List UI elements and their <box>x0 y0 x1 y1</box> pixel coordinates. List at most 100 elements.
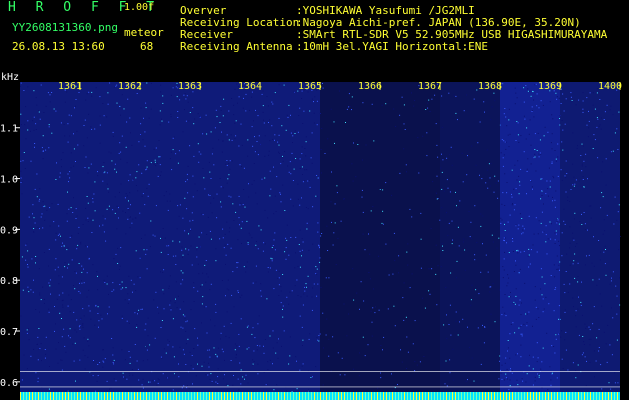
noise-dot <box>442 245 443 247</box>
noise-dot <box>38 111 40 113</box>
noise-dot <box>112 362 114 363</box>
noise-dot <box>305 136 307 138</box>
noise-dot <box>298 115 300 116</box>
baseline-stripe <box>173 392 174 400</box>
noise-dot <box>462 318 464 320</box>
noise-dot <box>289 355 291 357</box>
noise-dot <box>538 376 540 378</box>
noise-dot <box>527 90 529 92</box>
noise-dot <box>557 143 559 145</box>
noise-dot <box>555 158 557 160</box>
noise-dot <box>548 303 550 305</box>
noise-dot <box>133 283 135 285</box>
noise-dot <box>185 343 187 345</box>
noise-dot <box>542 298 544 300</box>
noise-dot <box>601 305 603 307</box>
noise-dot <box>239 362 241 364</box>
noise-dot <box>129 227 131 229</box>
baseline-stripe <box>212 392 213 400</box>
noise-dot <box>27 264 28 265</box>
noise-dot <box>300 296 302 298</box>
noise-dot <box>27 286 29 288</box>
noise-dot <box>260 295 262 297</box>
noise-dot <box>33 217 35 219</box>
baseline-stripe <box>149 392 150 400</box>
noise-dot <box>254 151 256 153</box>
baseline-stripe <box>233 392 234 400</box>
noise-dot <box>120 114 121 116</box>
noise-dot <box>192 107 194 109</box>
noise-dot <box>593 236 594 238</box>
noise-dot <box>555 233 557 235</box>
noise-dot <box>503 140 505 142</box>
noise-dot <box>229 168 231 170</box>
noise-dot <box>573 239 575 241</box>
noise-dot <box>159 156 161 158</box>
noise-dot <box>578 334 580 336</box>
baseline-stripe <box>512 392 513 400</box>
noise-dot <box>198 161 200 163</box>
noise-dot <box>209 171 211 173</box>
noise-dot <box>155 147 157 149</box>
noise-dot <box>541 387 543 389</box>
noise-dot <box>161 118 162 120</box>
noise-dot <box>212 147 214 149</box>
noise-dot <box>37 381 39 383</box>
noise-dot <box>510 292 511 293</box>
noise-dot <box>503 113 505 115</box>
noise-dot <box>209 356 211 358</box>
noise-dot <box>210 319 211 321</box>
noise-dot <box>257 115 259 117</box>
noise-dot <box>331 221 332 223</box>
noise-dot <box>115 85 117 87</box>
noise-dot <box>34 146 35 148</box>
noise-dot <box>557 268 559 270</box>
noise-dot <box>257 363 259 365</box>
noise-dot <box>569 226 571 228</box>
noise-dot <box>252 282 254 284</box>
noise-dot <box>521 233 523 235</box>
noise-dot <box>603 219 605 221</box>
noise-dot <box>554 243 556 244</box>
noise-dot <box>238 389 240 391</box>
noise-dot <box>249 109 250 111</box>
noise-dot <box>32 213 33 215</box>
noise-dot <box>552 118 554 120</box>
noise-dot <box>193 348 195 349</box>
noise-dot <box>556 218 558 220</box>
noise-dot <box>528 365 530 367</box>
noise-dot <box>90 219 92 221</box>
noise-dot <box>33 90 35 92</box>
noise-dot <box>103 279 105 281</box>
noise-dot <box>611 307 612 309</box>
spectrogram-svg: kHz 1361 1362 1363 1364 1365 1366 1367 1368 1369… <box>0 62 629 400</box>
noise-dot <box>514 103 516 105</box>
noise-dot <box>26 329 28 331</box>
noise-dot <box>589 344 591 346</box>
noise-dot <box>216 193 218 195</box>
noise-dot <box>333 232 335 234</box>
noise-dot <box>201 284 203 286</box>
noise-dot <box>190 230 192 231</box>
noise-dot <box>324 153 326 154</box>
noise-dot <box>565 349 567 351</box>
noise-dot <box>220 338 221 340</box>
noise-dot <box>34 222 36 224</box>
noise-dot <box>589 361 591 363</box>
noise-dot <box>190 245 192 247</box>
noise-dot <box>422 297 424 299</box>
noise-dot <box>157 382 159 384</box>
noise-dot <box>535 318 537 320</box>
noise-dot <box>256 349 258 351</box>
noise-dot <box>62 306 64 308</box>
noise-dot <box>362 233 364 235</box>
noise-dot <box>619 304 621 306</box>
noise-dot <box>503 237 505 239</box>
noise-dot <box>534 156 536 158</box>
noise-dot <box>449 154 450 156</box>
noise-dot <box>20 124 22 126</box>
noise-dot <box>269 195 271 197</box>
noise-dot <box>251 237 253 239</box>
noise-dot <box>506 125 508 127</box>
noise-dot <box>112 209 114 211</box>
